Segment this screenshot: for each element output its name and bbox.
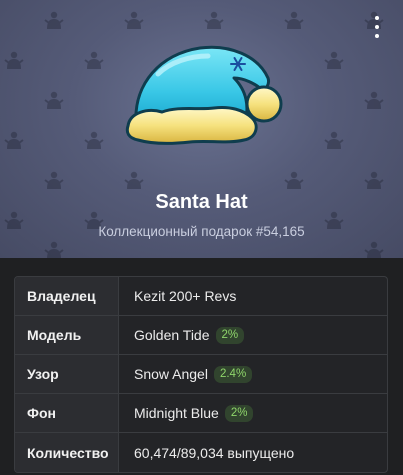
attribute-value: 60,474/89,034 выпущено (134, 444, 295, 461)
attribute-label: Владелец (15, 277, 119, 315)
snow-angel-icon (364, 241, 384, 258)
snow-angel-icon (124, 171, 144, 189)
snow-angel-icon (44, 171, 64, 189)
attribute-label: Узор (15, 355, 119, 393)
snow-angel-icon (84, 51, 104, 69)
gift-hero: Santa Hat Коллекционный подарок #54,165 (0, 0, 403, 258)
snow-angel-icon (204, 11, 224, 29)
gift-attributes-table: Владелец Kezit 200+ Revs Модель Golden T… (14, 276, 388, 473)
table-row: Узор Snow Angel 2.4% (15, 355, 387, 394)
snow-angel-icon (284, 11, 304, 29)
rarity-badge: 2.4% (213, 365, 253, 383)
attribute-value: Snow Angel (134, 366, 208, 382)
table-row: Владелец Kezit 200+ Revs (15, 277, 387, 316)
snow-angel-icon (324, 131, 344, 149)
snow-angel-icon (44, 241, 64, 258)
owner-value[interactable]: Kezit 200+ Revs (119, 277, 387, 315)
attribute-value[interactable]: Kezit 200+ Revs (134, 288, 236, 304)
snow-angel-icon (284, 171, 304, 189)
attribute-value: Golden Tide (134, 327, 210, 343)
snow-angel-icon (4, 51, 24, 69)
snow-angel-icon (44, 91, 64, 109)
attribute-label: Фон (15, 394, 119, 432)
attribute-label: Количество (15, 433, 119, 472)
snow-angel-icon (124, 11, 144, 29)
snow-angel-icon (4, 131, 24, 149)
gift-title: Santa Hat (155, 191, 248, 213)
more-options-button[interactable] (369, 16, 385, 38)
snow-angel-icon (84, 131, 104, 149)
snow-angel-icon (324, 51, 344, 69)
more-vertical-icon (375, 16, 379, 20)
rarity-badge: 2% (224, 404, 254, 422)
gift-subtitle: Коллекционный подарок #54,165 (98, 224, 305, 239)
snow-angel-icon (364, 91, 384, 109)
santa-hat-icon (125, 45, 283, 145)
snow-angel-icon (364, 171, 384, 189)
table-row: Количество 60,474/89,034 выпущено (15, 433, 387, 472)
table-row: Фон Midnight Blue 2% (15, 394, 387, 433)
table-row: Модель Golden Tide 2% (15, 316, 387, 355)
snow-angel-icon (44, 11, 64, 29)
attribute-value: Midnight Blue (134, 405, 219, 421)
attribute-label: Модель (15, 316, 119, 354)
rarity-badge: 2% (215, 326, 245, 344)
